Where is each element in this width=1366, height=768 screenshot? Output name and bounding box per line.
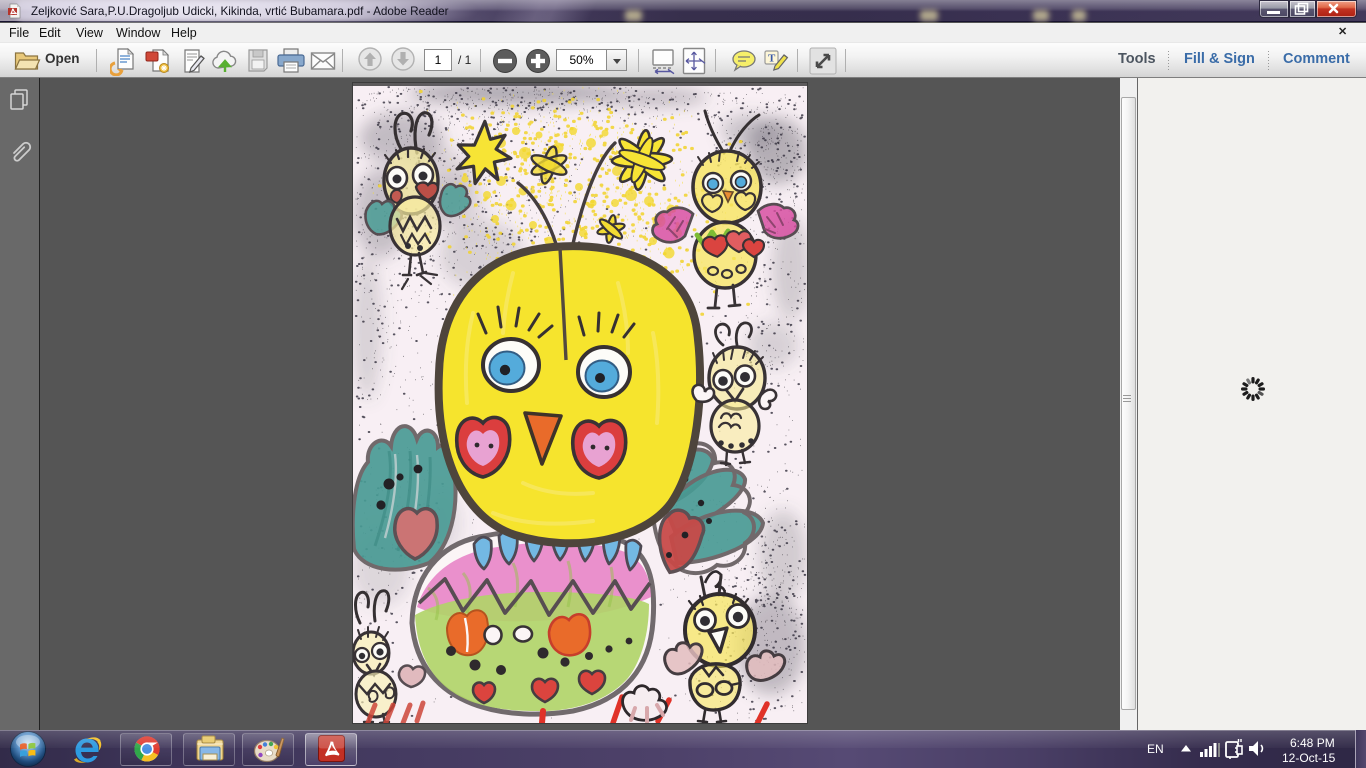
svg-text:T: T bbox=[768, 53, 776, 65]
